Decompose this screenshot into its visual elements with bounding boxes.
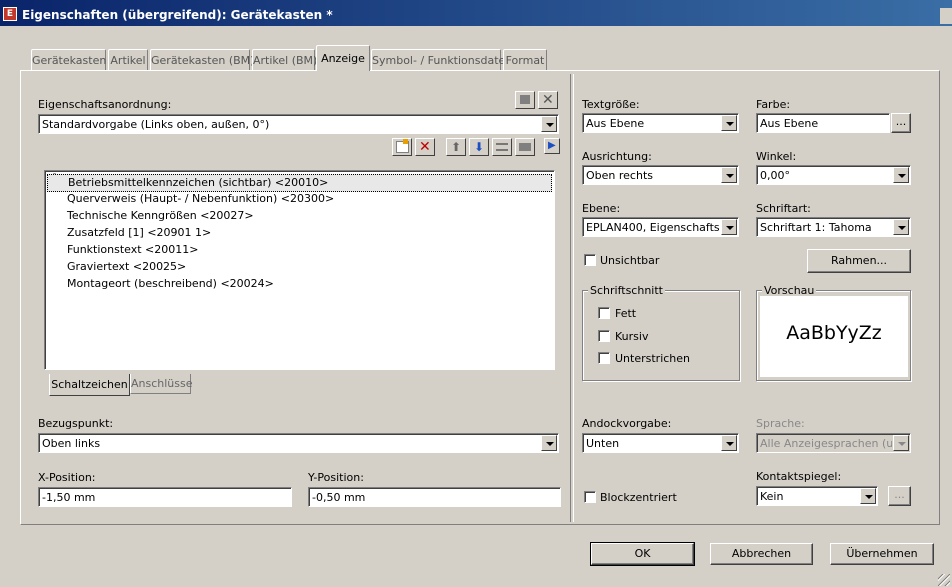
font-label: Schriftart:: [756, 202, 811, 215]
square-icon: [520, 95, 530, 104]
move-bottom-button[interactable]: [515, 138, 535, 156]
underline-checkbox[interactable]: [598, 352, 610, 364]
textsize-select[interactable]: Aus Ebene: [582, 113, 739, 133]
dock-select[interactable]: Unten: [582, 433, 739, 453]
tab-format[interactable]: Format: [503, 49, 547, 70]
chevron-down-icon[interactable]: [541, 116, 557, 132]
delete-arrangement-button[interactable]: ✕: [538, 91, 558, 109]
chevron-down-icon[interactable]: [893, 167, 909, 183]
xpos-input[interactable]: -1,50 mm: [38, 487, 292, 507]
angle-select[interactable]: 0,00°: [756, 165, 911, 185]
arrow-down-icon: ⬇: [474, 140, 485, 154]
star-icon: [403, 139, 408, 144]
contact-label: Kontaktspiegel:: [756, 470, 842, 483]
chevron-down-icon[interactable]: [721, 219, 737, 235]
panel-divider: [570, 74, 574, 522]
lang-select[interactable]: Alle Anzeigesprachen (unten): [756, 433, 911, 453]
angle-label: Winkel:: [756, 150, 797, 163]
tab-geraetekasten-bm[interactable]: Gerätekasten (BM): [150, 49, 254, 70]
preview-box: AaBbYyZz: [760, 296, 908, 377]
cancel-button[interactable]: Abbrechen: [710, 543, 813, 565]
tab-symbol-funktionsdaten[interactable]: Symbol- / Funktionsdaten: [371, 49, 512, 70]
tab-artikel-bm[interactable]: Artikel (BM): [252, 49, 317, 70]
ypos-label: Y-Position:: [308, 471, 364, 484]
arrow-up-icon: ⬆: [451, 140, 462, 154]
chevron-down-icon[interactable]: [721, 435, 737, 451]
play-icon: ▶: [548, 140, 556, 151]
tab-anzeige[interactable]: Anzeige: [316, 45, 370, 71]
align-label: Ausrichtung:: [582, 150, 652, 163]
subtab-schaltzeichen[interactable]: Schaltzeichen: [49, 374, 130, 396]
lang-label: Sprache:: [756, 417, 805, 430]
resize-grip[interactable]: [938, 574, 950, 586]
move-top-button[interactable]: [492, 138, 512, 156]
layer-select[interactable]: EPLAN400, Eigenschaftsplatzierung: [582, 217, 739, 237]
chevron-down-icon[interactable]: [721, 115, 737, 131]
contact-options-button[interactable]: ...: [888, 486, 911, 506]
title-bar: E Eigenschaften (übergreifend): Geräteka…: [0, 0, 952, 26]
list-item[interactable]: Zusatzfeld [1] <20901 1>: [67, 226, 211, 239]
tab-artikel[interactable]: Artikel: [108, 49, 148, 70]
invisible-label: Unsichtbar: [600, 254, 660, 267]
subtab-anschluesse[interactable]: Anschlüsse: [130, 374, 193, 394]
font-select[interactable]: Schriftart 1: Tahoma: [756, 217, 911, 237]
chevron-down-icon[interactable]: [721, 167, 737, 183]
property-list[interactable]: 3↓ Betriebsmittelkennzeichen (sichtbar) …: [44, 170, 555, 370]
tab-geraetekasten[interactable]: Gerätekasten: [31, 49, 106, 70]
color-picker-button[interactable]: ...: [891, 113, 911, 133]
list-item[interactable]: Betriebsmittelkennzeichen (sichtbar) <20…: [47, 174, 552, 192]
arrangement-label: Eigenschaftsanordnung:: [38, 98, 172, 111]
reference-select[interactable]: Oben links: [38, 433, 559, 453]
textsize-label: Textgröße:: [582, 98, 640, 111]
reference-label: Bezugspunkt:: [38, 417, 114, 430]
ok-button[interactable]: OK: [590, 542, 695, 566]
xpos-label: X-Position:: [38, 471, 96, 484]
contact-select[interactable]: Kein: [756, 486, 878, 506]
bold-label: Fett: [615, 307, 637, 320]
chevron-down-icon[interactable]: [860, 488, 876, 504]
color-label: Farbe:: [756, 98, 791, 111]
align-select[interactable]: Oben rechts: [582, 165, 739, 185]
preview-text: AaBbYyZz: [786, 322, 882, 344]
list-item[interactable]: Funktionstext <20011>: [67, 243, 198, 256]
close-icon: ✕: [542, 92, 554, 108]
color-input[interactable]: Aus Ebene: [756, 113, 890, 133]
bold-checkbox[interactable]: [598, 307, 610, 319]
chevron-down-icon[interactable]: [893, 435, 909, 451]
list-item[interactable]: Querverweis (Haupt- / Nebenfunktion) <20…: [67, 192, 334, 205]
layer-label: Ebene:: [582, 202, 621, 215]
app-icon: E: [3, 7, 17, 21]
delete-icon: ✕: [419, 139, 431, 155]
apply-button[interactable]: Übernehmen: [830, 543, 934, 565]
delete-property-button[interactable]: ✕: [415, 138, 435, 156]
list-item[interactable]: Montageort (beschreibend) <20024>: [67, 277, 274, 290]
block-icon: [519, 143, 531, 151]
new-property-button[interactable]: [392, 138, 412, 156]
chevron-down-icon[interactable]: [893, 219, 909, 235]
move-down-button[interactable]: ⬇: [469, 138, 489, 156]
italic-label: Kursiv: [615, 330, 649, 343]
chevron-down-icon[interactable]: [541, 435, 557, 451]
title-bar-button-area[interactable]: [940, 8, 952, 24]
list-item[interactable]: Technische Kenngrößen <20027>: [67, 209, 254, 222]
ypos-input[interactable]: -0,50 mm: [308, 487, 561, 507]
dock-label: Andockvorgabe:: [582, 417, 672, 430]
arrangement-select[interactable]: Standardvorgabe (Links oben, außen, 0°): [38, 114, 559, 134]
blockcenter-label: Blockzentriert: [600, 491, 677, 504]
invisible-checkbox[interactable]: [584, 254, 596, 266]
window-title: Eigenschaften (übergreifend): Gerätekast…: [22, 8, 333, 22]
expand-button[interactable]: ▶: [544, 138, 560, 154]
lines-icon: [496, 143, 508, 151]
blockcenter-checkbox[interactable]: [584, 491, 596, 503]
italic-checkbox[interactable]: [598, 330, 610, 342]
move-up-button[interactable]: ⬆: [446, 138, 466, 156]
frame-button[interactable]: Rahmen...: [807, 249, 911, 273]
save-arrangement-button[interactable]: [515, 91, 535, 109]
list-item[interactable]: Graviertext <20025>: [67, 260, 186, 273]
underline-label: Unterstrichen: [615, 352, 691, 365]
fontstyle-title: Schriftschnitt: [588, 284, 665, 297]
